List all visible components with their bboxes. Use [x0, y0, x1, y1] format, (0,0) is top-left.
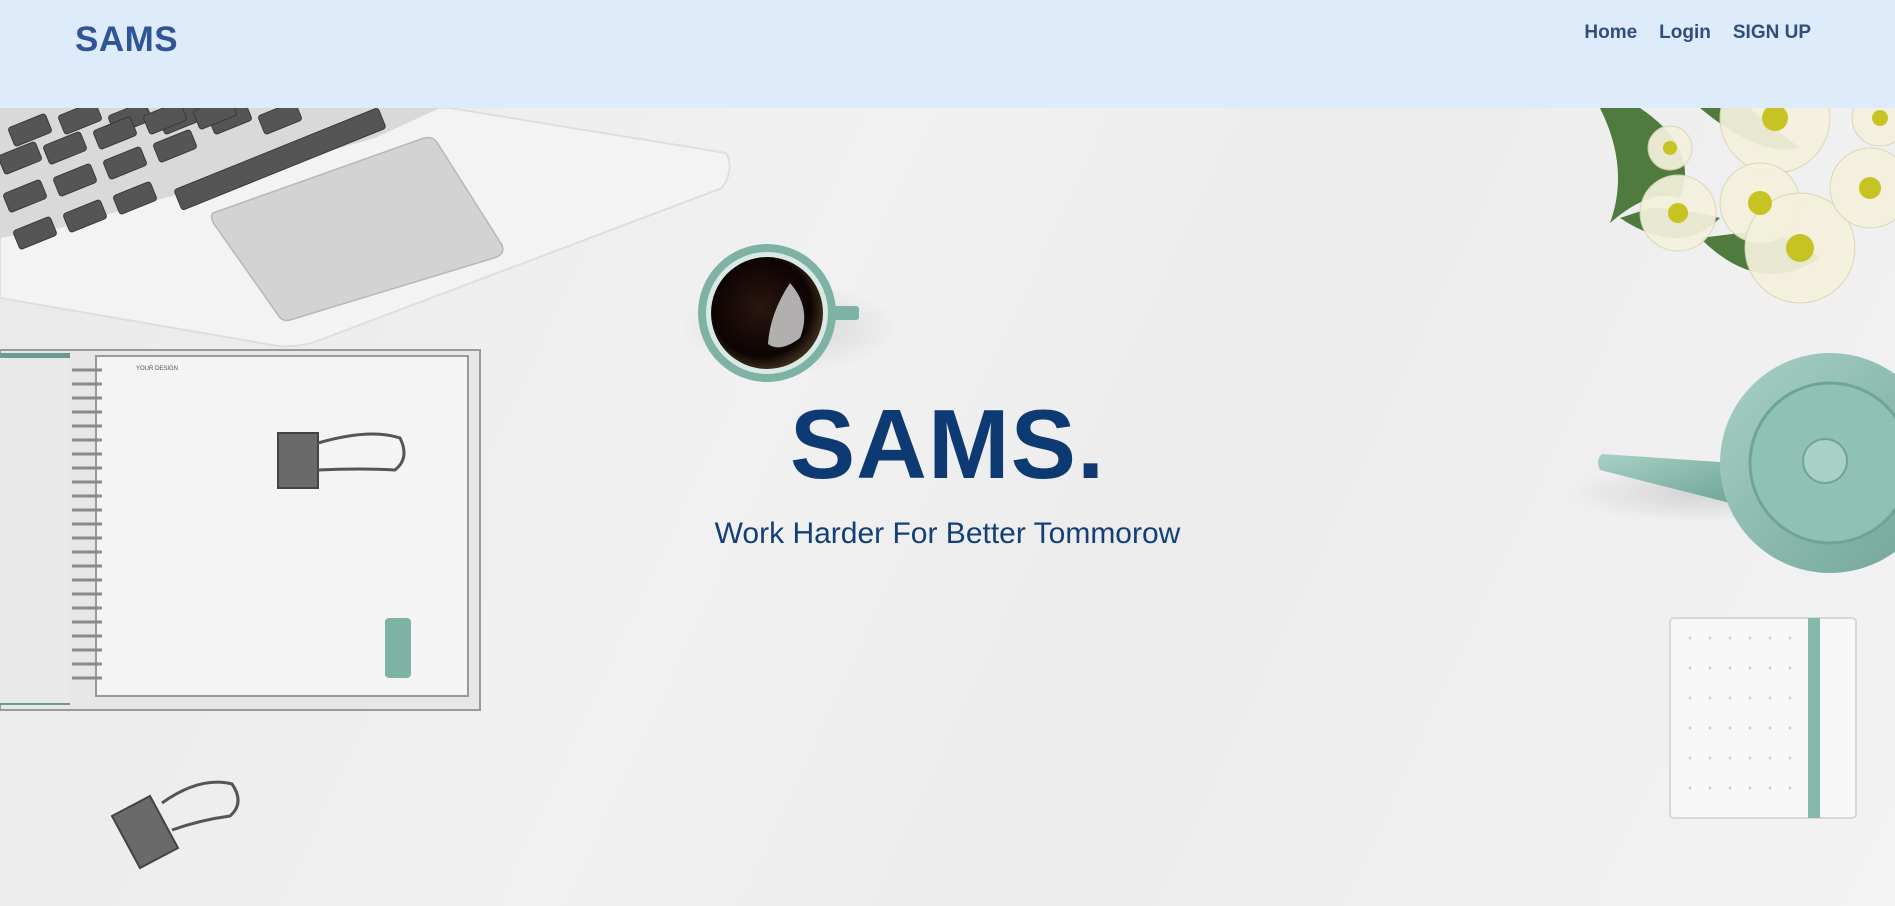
navbar: SAMS Home Login SIGN UP: [0, 0, 1895, 108]
hero-subtitle: Work Harder For Better Tommorow: [714, 517, 1181, 550]
hero-background-illustration: YOUR DESIGN: [0, 108, 1895, 870]
brand-logo[interactable]: SAMS: [75, 20, 178, 60]
flowers-illustration: [1600, 108, 1895, 304]
laptop-illustration: [0, 108, 731, 348]
nav-link-signup[interactable]: SIGN UP: [1733, 22, 1811, 44]
nav-links: Home Login SIGN UP: [1584, 22, 1811, 44]
binder-clip-icon: [110, 780, 240, 870]
hero-title: SAMS.: [789, 389, 1106, 499]
hero-section: YOUR DESIGN SAMS. Work Harder For Better…: [0, 108, 1895, 906]
nav-link-login[interactable]: Login: [1659, 22, 1711, 44]
coffee-cup-illustration: [680, 244, 900, 382]
nav-link-home[interactable]: Home: [1584, 22, 1637, 44]
note-pad-illustration: [1669, 617, 1857, 819]
notebook-caption: YOUR DESIGN: [136, 366, 178, 372]
